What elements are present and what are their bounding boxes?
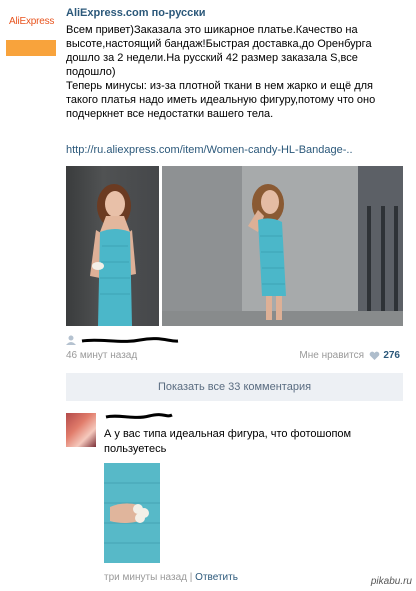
- like-count[interactable]: 276: [383, 350, 400, 361]
- comment-time[interactable]: три минуты назад: [104, 572, 187, 583]
- photo-2-illustration: [162, 166, 403, 326]
- commenter-avatar[interactable]: [66, 413, 96, 447]
- group-name-link[interactable]: AliExpress.com по-русски: [66, 7, 206, 19]
- photo-1-illustration: [90, 184, 136, 326]
- group-avatar[interactable]: AliExpress: [6, 6, 56, 56]
- post-meta: 46 минут назад Мне нравится 276: [66, 350, 406, 364]
- post-paragraph-1: Всем привет)Заказала это шикарное платье…: [66, 24, 372, 78]
- watermark: pikabu.ru: [370, 576, 412, 587]
- post-text: Всем привет)Заказала это шикарное платье…: [66, 23, 402, 121]
- logo-orange-bar: [6, 40, 56, 56]
- post-photo-2[interactable]: [162, 166, 403, 326]
- comment-separator: |: [189, 572, 193, 583]
- show-all-comments-button[interactable]: Показать все 33 комментария: [66, 373, 403, 401]
- reply-link[interactable]: Ответить: [195, 572, 238, 583]
- post-photo-1[interactable]: [66, 166, 159, 326]
- heart-icon[interactable]: [369, 351, 380, 361]
- redacted-name-scribble: [81, 337, 179, 343]
- comment-photo-illustration: [104, 463, 160, 563]
- post-paragraph-2: Теперь минусы: из-за плотной ткани в нем…: [66, 80, 376, 120]
- comment-meta: три минуты назад | Ответить: [104, 572, 238, 583]
- comment-text: А у вас типа идеальная фигура, что фотош…: [104, 428, 352, 455]
- aliexpress-logo-text: AliExpress: [9, 16, 55, 27]
- product-link[interactable]: http://ru.aliexpress.com/item/Women-cand…: [66, 144, 353, 156]
- post-time[interactable]: 46 минут назад: [66, 350, 137, 361]
- comment-photo[interactable]: [104, 463, 160, 563]
- redacted-commenter-name: [105, 413, 173, 419]
- like-label[interactable]: Мне нравится: [299, 350, 364, 361]
- user-icon: [66, 335, 76, 345]
- tagged-user-row: [66, 333, 406, 349]
